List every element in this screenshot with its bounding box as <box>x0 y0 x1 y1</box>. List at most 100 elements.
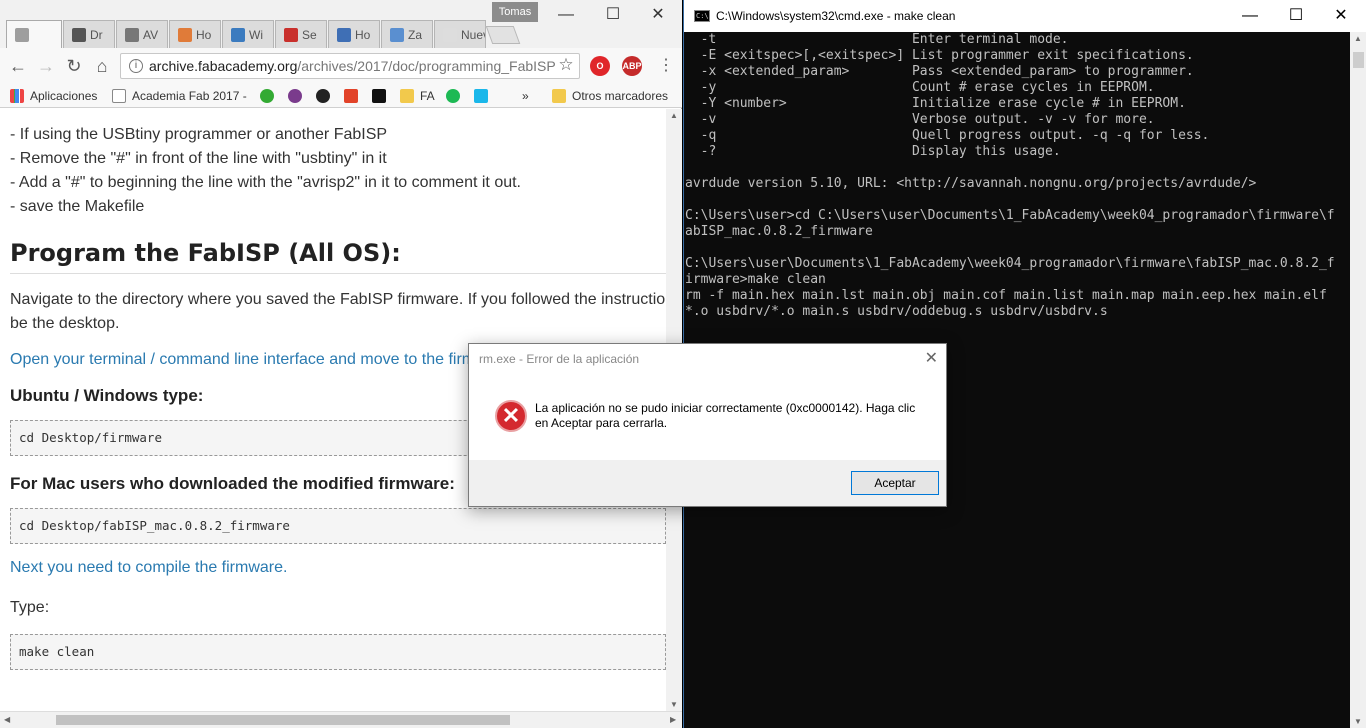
console-line: -? Display this usage. <box>685 144 1061 159</box>
maximize-icon[interactable]: ☐ <box>1276 5 1316 27</box>
tab-1[interactable]: Dr <box>63 20 115 48</box>
maximize-icon[interactable]: ☐ <box>593 4 633 26</box>
bookmark-vimeo[interactable] <box>474 87 494 105</box>
tab-8[interactable]: Nueva <box>434 20 486 48</box>
compile-link[interactable]: Next you need to compile the firmware. <box>10 556 666 580</box>
back-arrow-icon[interactable]: ← <box>6 54 30 78</box>
bookmark-academia-label: Academia Fab 2017 - <box>132 89 247 103</box>
minimize-icon[interactable]: — <box>1230 5 1270 27</box>
tab-3[interactable]: Ho <box>169 20 221 48</box>
bookmark-academia[interactable]: Academia Fab 2017 - <box>112 87 247 105</box>
browser-toolbar: ← → ↻ ⌂ i archive.fabacademy.org/archive… <box>0 48 682 84</box>
console-line: irmware>make clean <box>685 272 826 287</box>
close-icon[interactable]: ✕ <box>1321 5 1361 27</box>
compile-link-text[interactable]: Next you need to compile the firmware. <box>10 559 287 576</box>
console-line: abISP_mac.0.8.2_firmware <box>685 224 873 239</box>
console-line: rm -f main.hex main.lst main.obj main.co… <box>685 288 1327 303</box>
scroll-up-icon[interactable]: ▲ <box>670 111 678 120</box>
bookmark-other[interactable]: Otros marcadores <box>552 87 668 105</box>
accept-button[interactable]: Aceptar <box>851 471 939 495</box>
forward-arrow-icon[interactable]: → <box>34 54 58 78</box>
info-icon[interactable]: i <box>129 59 143 73</box>
tab-favicon-icon <box>390 27 404 42</box>
console-line: -E <exitspec>[,<exitspec>] List programm… <box>685 48 1194 63</box>
paragraph-navigate: Navigate to the directory where you save… <box>10 288 666 336</box>
tab-2[interactable]: AV <box>116 20 168 48</box>
tab-7[interactable]: Za <box>381 20 433 48</box>
address-bar[interactable]: i archive.fabacademy.org/archives/2017/d… <box>120 53 580 79</box>
bookmark-vnc[interactable] <box>372 87 392 105</box>
bookmark-other-label: Otros marcadores <box>572 89 669 103</box>
type-label: Type: <box>10 599 50 616</box>
reload-icon[interactable]: ↻ <box>62 54 86 78</box>
bookmarks-overflow[interactable]: » <box>522 87 529 105</box>
bookmark-github[interactable] <box>316 87 336 105</box>
bullet-item: - Add a "#" to beginning the line with t… <box>10 174 521 191</box>
scroll-down-icon[interactable]: ▼ <box>670 700 678 709</box>
cmd-titlebar: C:\ C:\Windows\system32\cmd.exe - make c… <box>684 0 1366 32</box>
open-terminal-link-text[interactable]: Open your terminal / command line interf… <box>10 351 475 368</box>
adblock-extension-icon[interactable]: ABP <box>622 56 642 76</box>
tab-favicon-icon <box>72 27 86 42</box>
page-horizontal-scrollbar[interactable]: ◀ ▶ <box>0 711 682 728</box>
tab-favicon-icon <box>15 27 29 42</box>
vnc-icon <box>372 89 386 103</box>
console-line: -v Verbose output. -v -v for more. <box>685 112 1155 127</box>
console-line: -x <extended_param> Pass <extended_param… <box>685 64 1194 79</box>
scroll-down-icon[interactable]: ▼ <box>1354 717 1362 726</box>
tab-5[interactable]: Se <box>275 20 327 48</box>
page-icon <box>112 89 126 103</box>
scroll-up-icon[interactable]: ▲ <box>1354 34 1362 43</box>
bookmark-star-icon[interactable]: ☆ <box>554 53 578 77</box>
bookmark-apps-label: Aplicaciones <box>30 89 98 103</box>
dialog-footer: Aceptar <box>469 460 946 506</box>
folder-icon <box>552 89 566 103</box>
wheel-icon <box>260 89 274 103</box>
scroll-right-icon[interactable]: ▶ <box>670 715 676 724</box>
bookmark-icon-2[interactable] <box>288 87 308 105</box>
tab-favicon-icon <box>178 27 192 42</box>
error-icon: ✕ <box>495 400 527 432</box>
dialog-message: La aplicación no se pudo iniciar correct… <box>535 401 916 430</box>
browser-titlebar: Tomas — ☐ ✕ Dr AV Ho Wi Se Ho Za Nueva <box>0 0 682 48</box>
bookmark-icon-1[interactable] <box>260 87 280 105</box>
console-line: -y Count # erase cycles in EEPROM. <box>685 80 1155 95</box>
close-icon[interactable]: ✕ <box>925 348 938 368</box>
tab-0[interactable] <box>6 20 62 48</box>
tab-6[interactable]: Ho <box>328 20 380 48</box>
tab-favicon-icon <box>231 27 245 42</box>
horizontal-scroll-thumb[interactable] <box>56 715 510 725</box>
url-path: /archives/2017/doc/programming_FabISP <box>297 58 556 74</box>
opera-extension-icon[interactable]: O <box>590 56 610 76</box>
cmd-vertical-scrollbar[interactable]: ▲ ▼ <box>1350 32 1366 728</box>
menu-kebab-icon[interactable]: ⋮ <box>654 54 678 78</box>
bookmark-apps[interactable]: Aplicaciones <box>10 87 97 105</box>
tab-strip: Dr AV Ho Wi Se Ho Za Nueva <box>6 20 521 48</box>
bookmark-spotify[interactable] <box>446 87 466 105</box>
gitlab-icon <box>344 89 358 103</box>
trello-like-icon <box>288 89 302 103</box>
tab-4[interactable]: Wi <box>222 20 274 48</box>
cmd-scroll-thumb[interactable] <box>1353 52 1364 68</box>
bookmark-fa-label: FA <box>420 89 435 103</box>
bullet-item: - save the Makefile <box>10 198 145 215</box>
console-line: avrdude version 5.10, URL: <http://savan… <box>685 176 1257 191</box>
bookmarks-bar: Aplicaciones Academia Fab 2017 - FA » Ot… <box>0 84 682 108</box>
close-icon[interactable]: ✕ <box>638 4 678 26</box>
console-line: *.o usbdrv/*.o main.s usbdrv/oddebug.s u… <box>685 304 1108 319</box>
console-line: -Y <number> Initialize erase cycle # in … <box>685 96 1186 111</box>
home-icon[interactable]: ⌂ <box>90 54 114 78</box>
spotify-icon <box>446 89 460 103</box>
tab-label: Za <box>408 27 423 42</box>
new-tab-button[interactable] <box>485 26 521 44</box>
error-dialog: rm.exe - Error de la aplicación ✕ ✕ La a… <box>468 343 947 507</box>
bookmark-fa-folder[interactable]: FA <box>400 87 435 105</box>
tab-label: Ho <box>355 27 371 42</box>
profile-name-badge[interactable]: Tomas <box>492 2 538 22</box>
bookmark-gitlab[interactable] <box>344 87 364 105</box>
scroll-left-icon[interactable]: ◀ <box>4 715 10 724</box>
tab-favicon-icon <box>125 27 139 42</box>
minimize-icon[interactable]: — <box>546 4 586 26</box>
